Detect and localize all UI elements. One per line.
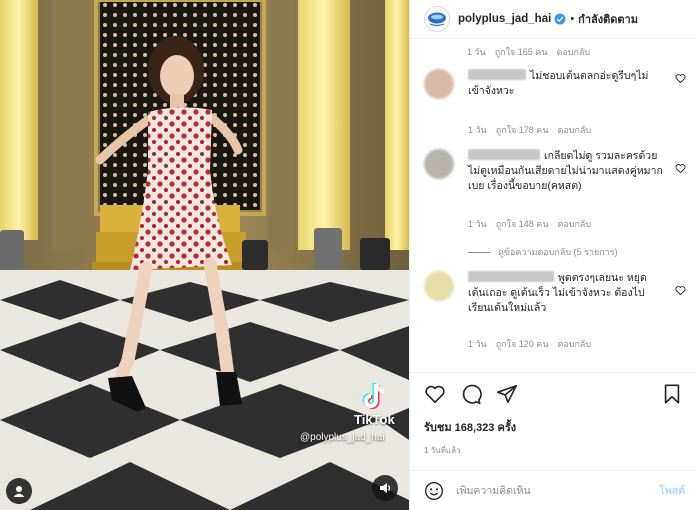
following-button[interactable]: กำลังติดตาม (578, 10, 638, 28)
comment-input[interactable] (456, 484, 646, 497)
mute-button[interactable] (372, 475, 398, 501)
avatar[interactable] (424, 69, 454, 99)
comment-time: 1 วัน (468, 219, 487, 229)
comment-likes[interactable]: ถูกใจ 120 คน (496, 337, 549, 351)
heart-icon[interactable] (675, 73, 686, 84)
comment-composer: โพสต์ (410, 470, 696, 510)
volume-icon (380, 483, 391, 493)
heart-icon[interactable] (424, 383, 446, 405)
tiktok-label: TikTok (354, 412, 395, 427)
comments-list[interactable]: 1 วัน ถูกใจ 165 คน ตอบกลับ ไม่ชอบเต้นตลก… (410, 38, 696, 368)
heart-icon[interactable] (675, 163, 686, 174)
reply-button[interactable]: ตอบกลับ (556, 45, 590, 59)
comment-text: พูดตรงๆเลยนะ หยุดเต้นเถอะ ดูเต้นเร็ว ไม่… (468, 271, 664, 316)
comment-item: ไม่ชอบเต้นตลกอ่ะดูรีบๆไม่เข้าจังหวะ 1 วั… (424, 69, 686, 139)
reply-button[interactable]: ตอบกลับ (557, 217, 591, 231)
blurred-username[interactable] (468, 271, 554, 282)
comment-icon[interactable] (460, 383, 482, 405)
view-replies-link[interactable]: ดูข้อความตอบกลับ (5 รายการ) (468, 245, 618, 259)
avatar[interactable] (424, 149, 454, 179)
tiktok-handle: @polyplus_jad_hai (300, 432, 385, 443)
replies-divider (468, 251, 490, 253)
reply-button[interactable]: ตอบกลับ (557, 337, 591, 351)
share-icon[interactable] (496, 383, 518, 405)
comment-meta: 1 วัน ถูกใจ 148 คน ตอบกลับ (468, 217, 591, 231)
verified-badge-icon (554, 13, 566, 25)
user-icon (13, 486, 25, 497)
username-link[interactable]: polyplus_jad_hai (458, 13, 551, 25)
header-separator: • (570, 13, 575, 25)
comment-likes[interactable]: ถูกใจ 165 คน (495, 45, 548, 59)
heart-icon[interactable] (675, 285, 686, 296)
post-actions (410, 372, 696, 412)
comment-time: 1 วัน (467, 47, 486, 57)
avatar[interactable] (424, 271, 454, 301)
comment-item: พูดตรงๆเลยนะ หยุดเต้นเถอะ ดูเต้นเร็ว ไม่… (424, 271, 686, 361)
post-timestamp: 1 วันที่แล้ว (424, 446, 461, 455)
comment-meta: 1 วัน ถูกใจ 165 คน ตอบกลับ (467, 45, 590, 59)
avatar[interactable] (424, 6, 450, 32)
view-replies-label: ดูข้อความตอบกลับ (5 รายการ) (498, 247, 618, 257)
emoji-icon[interactable] (424, 481, 444, 501)
post-video[interactable]: TikTok @polyplus_jad_hai (0, 0, 409, 510)
tiktok-logo-icon (362, 383, 385, 409)
tiktok-watermark: TikTok (340, 382, 409, 427)
comment-text: เกลียดไม่ดู รวมละครด้วย ไม่ดูเหมือนกันเส… (468, 149, 664, 194)
reply-button[interactable]: ตอบกลับ (557, 123, 591, 137)
tagged-users-button[interactable] (6, 478, 32, 504)
post-comment-button[interactable]: โพสต์ (659, 482, 685, 499)
bookmark-icon[interactable] (661, 383, 683, 405)
comment-likes[interactable]: ถูกใจ 178 คน (496, 123, 549, 137)
comment-meta: 1 วัน ถูกใจ 178 คน ตอบกลับ (468, 123, 591, 137)
post-header: polyplus_jad_hai • กำลังติดตาม (410, 0, 696, 38)
view-count[interactable]: รับชม 168,323 ครั้ง (424, 418, 516, 436)
comment-time: 1 วัน (468, 125, 487, 135)
comment-meta: 1 วัน ถูกใจ 120 คน ตอบกลับ (468, 337, 591, 351)
comment-item: เกลียดไม่ดู รวมละครด้วย ไม่ดูเหมือนกันเส… (424, 149, 686, 239)
blurred-username[interactable] (468, 69, 526, 80)
comment-text: ไม่ชอบเต้นตลกอ่ะดูรีบๆไม่เข้าจังหวะ (468, 69, 664, 99)
comment-likes[interactable]: ถูกใจ 148 คน (496, 217, 549, 231)
blurred-username[interactable] (468, 149, 540, 160)
post-details-panel: polyplus_jad_hai • กำลังติดตาม 1 วัน ถูก… (409, 0, 696, 510)
comment-time: 1 วัน (468, 339, 487, 349)
polyplus-logo-icon (428, 12, 446, 27)
